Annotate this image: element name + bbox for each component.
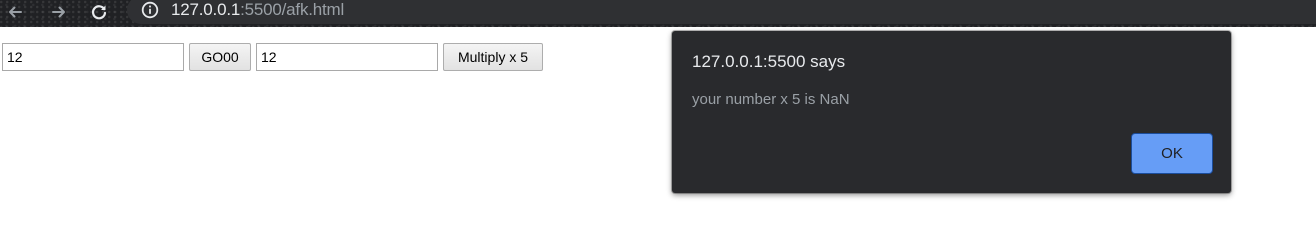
go-button[interactable]: GO00 bbox=[189, 43, 251, 71]
reload-button[interactable] bbox=[87, 1, 111, 23]
multiply-button[interactable]: Multiply x 5 bbox=[443, 43, 543, 71]
url-host: 127.0.0.1 bbox=[171, 0, 241, 19]
address-url[interactable]: 127.0.0.1:5500/afk.html bbox=[171, 0, 344, 21]
browser-toolbar: 127.0.0.1:5500/afk.html bbox=[0, 0, 1316, 27]
alert-dialog: 127.0.0.1:5500 says your number x 5 is N… bbox=[672, 31, 1231, 193]
reload-icon bbox=[91, 5, 107, 20]
alert-message: your number x 5 is NaN bbox=[692, 91, 850, 108]
back-arrow-icon bbox=[9, 6, 22, 18]
info-icon[interactable] bbox=[141, 1, 159, 19]
url-path: :5500/afk.html bbox=[240, 0, 345, 19]
number-input-one[interactable] bbox=[2, 43, 184, 71]
forward-button[interactable] bbox=[47, 1, 71, 23]
number-input-two[interactable] bbox=[256, 43, 438, 71]
alert-title: 127.0.0.1:5500 says bbox=[692, 52, 846, 71]
back-button[interactable] bbox=[3, 1, 27, 23]
ok-button[interactable]: OK bbox=[1131, 133, 1213, 174]
forward-arrow-icon bbox=[52, 6, 65, 18]
